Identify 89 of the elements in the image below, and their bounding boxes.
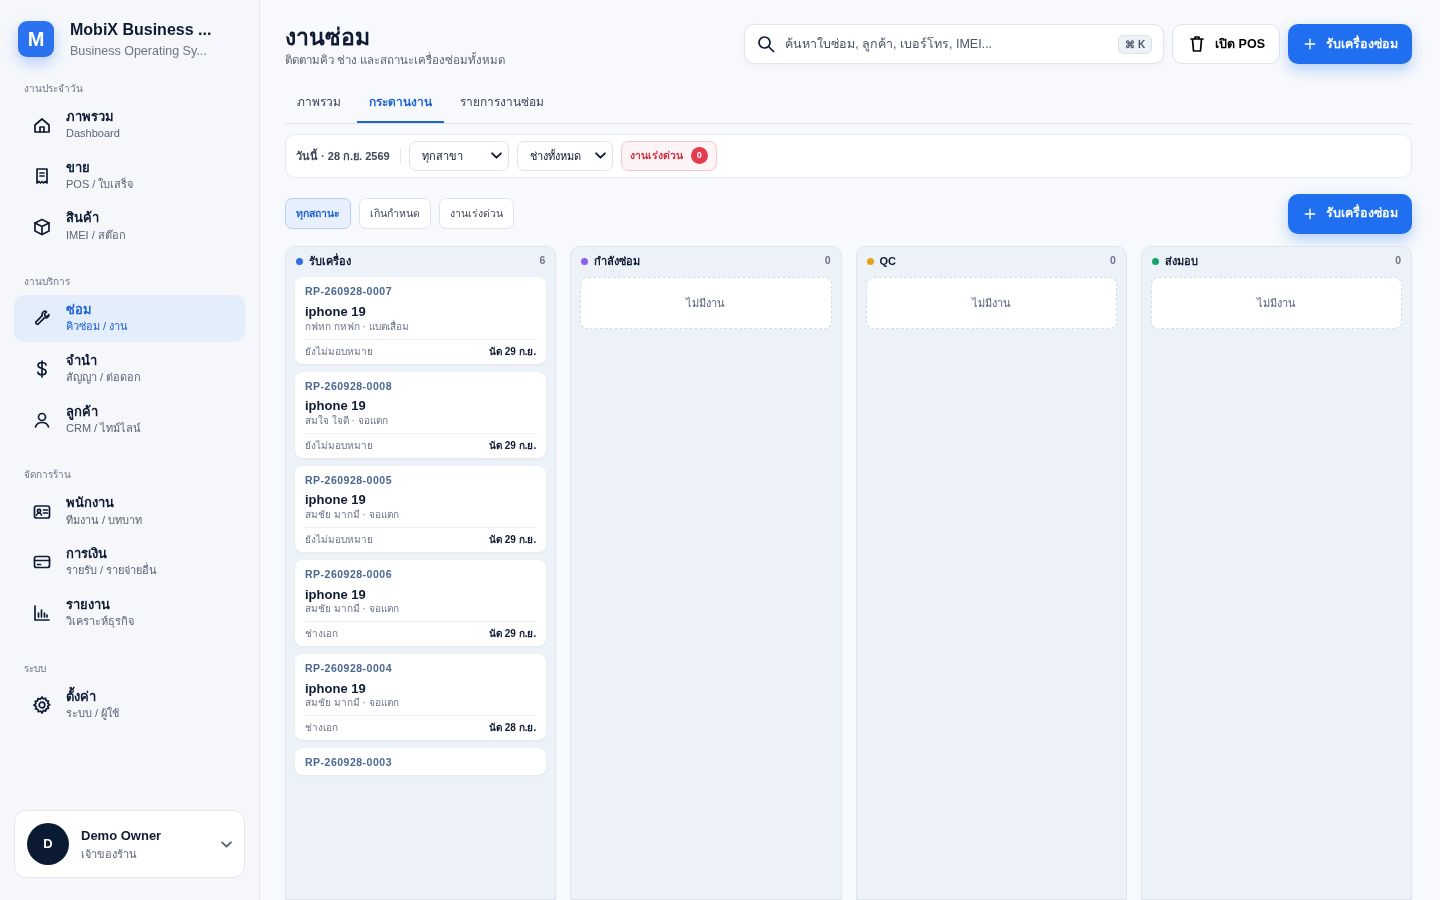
- repair-card[interactable]: RP-260928-0008 iphone 19 สมใจ ใจดี · จอแตก ยังไม่มอบหมาย นัด 29 ก.ย.: [295, 371, 547, 458]
- user-card[interactable]: D Demo Owner เจ้าของร้าน: [14, 810, 245, 878]
- drop-zone[interactable]: ไม่มีงาน: [580, 277, 832, 330]
- date-label: วันนี้ · 28 ก.ย. 2569: [296, 147, 401, 165]
- sidebar-item[interactable]: สินค้า IMEI / สต๊อก: [14, 203, 245, 250]
- sidebar-item[interactable]: ซ่อม คิวซ่อม / งาน: [14, 295, 245, 342]
- avatar: D: [27, 823, 69, 865]
- device-model: iphone 19: [305, 303, 367, 320]
- column-count: 0: [824, 253, 831, 269]
- ticket-id: RP-260928-0007: [305, 285, 393, 298]
- sidebar-item[interactable]: ลูกค้า CRM / ไทม์ไลน์: [14, 396, 245, 444]
- sidebar-item[interactable]: ตั้งค่า ระบบ / ผู้ใช้: [14, 681, 245, 729]
- count-badge: 0: [690, 147, 708, 165]
- page-title: งานซ่อม: [285, 24, 371, 52]
- pos-button[interactable]: เปิด POS: [1172, 24, 1280, 64]
- sidebar-item[interactable]: จำนำ สัญญา / ต่อดอก: [14, 345, 245, 393]
- device-model: iphone 19: [305, 492, 367, 508]
- customer-issue: กฟหก กหฟก · แบตเสื่อม: [305, 320, 410, 333]
- column-title: QC: [879, 253, 896, 269]
- repair-card[interactable]: RP-260928-0003: [295, 748, 547, 775]
- brand-name: MobiX Business ...: [70, 20, 212, 40]
- filter-chip[interactable]: งานเร่งด่วน: [439, 198, 514, 230]
- column-title: กำลังซ่อม: [594, 253, 641, 269]
- column-count: 0: [1395, 253, 1401, 269]
- column-title: รับเครื่อง: [309, 252, 351, 269]
- drop-zone[interactable]: ไม่มีงาน: [865, 277, 1117, 330]
- select-field[interactable]: ทุกสาขา: [408, 140, 509, 171]
- due-date: นัด 28 ก.ย.: [489, 722, 537, 735]
- user-name: Demo Owner: [81, 827, 163, 845]
- assignee: ช่างเอก: [305, 628, 338, 641]
- customer-issue: สมชัย มากมี · จอแตก: [305, 508, 400, 521]
- ticket-id: RP-260928-0004: [305, 662, 393, 675]
- repair-card[interactable]: RP-260928-0004 iphone 19 สมชัย มากมี · จอแตก ช่างเอก นัด 28 ก.ย.: [295, 654, 547, 741]
- sidebar-item[interactable]: ภาพรวม Dashboard: [14, 101, 245, 149]
- new-repair-button[interactable]: รับเครื่องซ่อม: [1288, 24, 1412, 64]
- due-date: นัด 29 ก.ย.: [489, 628, 537, 641]
- assignee: ยังไม่มอบหมาย: [305, 533, 373, 546]
- due-date: นัด 29 ก.ย.: [489, 439, 537, 452]
- repair-card[interactable]: RP-260928-0005 iphone 19 สมชัย มากมี · จอแตก ยังไม่มอบหมาย นัด 29 ก.ย.: [295, 465, 547, 552]
- home-icon: [32, 115, 52, 136]
- box-icon: [32, 216, 52, 237]
- assignee: ยังไม่มอบหมาย: [305, 439, 373, 452]
- brand-subtitle: Business Operating Sy...: [70, 43, 208, 60]
- sidebar-item[interactable]: การเงิน รายรับ / รายจ่ายอื่น: [14, 539, 245, 586]
- chevron-down-icon: [594, 152, 606, 160]
- shortcut-hint: ⌘ K: [1118, 35, 1153, 54]
- search-icon: [756, 34, 777, 54]
- chevron-down-icon: [221, 840, 232, 848]
- new-repair-button[interactable]: รับเครื่องซ่อม: [1288, 193, 1412, 234]
- urgent-button[interactable]: งานเร่งด่วน 0: [620, 140, 717, 171]
- device-model: iphone 19: [305, 680, 367, 697]
- assignee: ยังไม่มอบหมาย: [305, 345, 373, 358]
- logo: M: [18, 21, 54, 58]
- user-role: เจ้าของร้าน: [81, 846, 138, 862]
- section-title: จัดการร้าน: [24, 468, 72, 483]
- page-subtitle: ติดตามคิว ช่าง และสถานะเครื่องซ่อมทั้งหมด: [285, 51, 506, 68]
- column-title: ส่งมอบ: [1164, 253, 1198, 269]
- ticket-id: RP-260928-0006: [305, 567, 393, 581]
- due-date: นัด 29 ก.ย.: [489, 345, 537, 358]
- device-model: iphone 19: [305, 398, 367, 414]
- select-field[interactable]: ช่างทั้งหมด: [516, 140, 613, 171]
- sidebar-item[interactable]: พนักงาน ทีมงาน / บทบาท: [14, 488, 245, 535]
- drop-zone[interactable]: ไม่มีงาน: [1150, 277, 1402, 330]
- tab[interactable]: รายการงานซ่อม: [448, 84, 556, 123]
- gear-icon: [32, 694, 52, 715]
- ticket-id: RP-260928-0008: [305, 379, 393, 393]
- ticket-id: RP-260928-0005: [305, 473, 393, 487]
- chevron-down-icon: [490, 152, 502, 160]
- device-model: iphone 19: [305, 586, 367, 603]
- repair-card[interactable]: RP-260928-0007 iphone 19 กฟหก กหฟก · แบตเสื่อม ยังไม่มอบหมาย นัด 29 ก.ย.: [295, 277, 547, 364]
- section-title: ระบบ: [24, 661, 47, 676]
- column-count: 0: [1109, 253, 1116, 269]
- tab[interactable]: กระดานงาน: [357, 84, 444, 123]
- section-title: งานประจำวัน: [24, 81, 84, 96]
- customer-issue: สมชัย มากมี · จอแตก: [305, 603, 400, 616]
- due-date: นัด 29 ก.ย.: [489, 533, 537, 546]
- tab[interactable]: ภาพรวม: [285, 84, 353, 123]
- bar-chart-icon: [32, 603, 52, 624]
- column-count: 6: [539, 253, 546, 269]
- sidebar-item[interactable]: ขาย POS / ใบเสร็จ: [14, 152, 245, 200]
- customer-issue: สมชัย มากมี · จอแตก: [305, 697, 400, 710]
- sidebar-item[interactable]: รายงาน วิเคราะห์ธุรกิจ: [14, 589, 245, 637]
- repair-card[interactable]: RP-260928-0006 iphone 19 สมชัย มากมี · จอแตก ช่างเอก นัด 29 ก.ย.: [295, 559, 547, 647]
- filter-chip[interactable]: เกินกำหนด: [359, 198, 431, 230]
- filter-chip[interactable]: ทุกสถานะ: [285, 198, 351, 230]
- customer-issue: สมใจ ใจดี · จอแตก: [305, 414, 389, 427]
- assignee: ช่างเอก: [305, 722, 338, 735]
- ticket-id: RP-260928-0003: [305, 756, 393, 769]
- section-title: งานบริการ: [24, 275, 71, 289]
